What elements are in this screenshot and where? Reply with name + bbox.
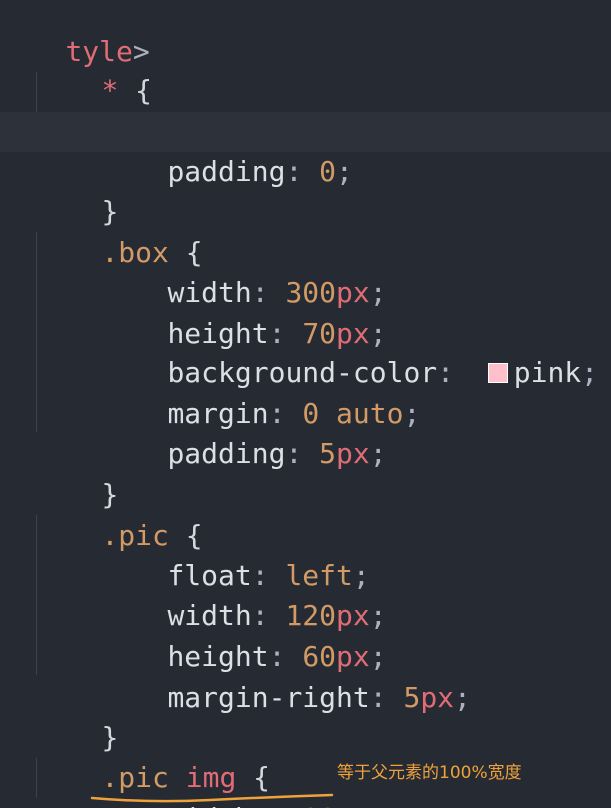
code-line[interactable]: .pic img { <box>34 718 270 794</box>
semicolon: ; <box>353 802 370 808</box>
color-swatch[interactable] <box>487 363 508 383</box>
code-line[interactable]: * { <box>34 31 152 107</box>
code-line[interactable]: background-color: pink; <box>100 313 598 389</box>
colon: : <box>437 356 455 389</box>
code-line[interactable]: } <box>34 435 118 511</box>
code-line[interactable]: margin: 0; <box>100 72 336 148</box>
css-unit: px <box>336 437 370 470</box>
code-line[interactable]: width: 300px; <box>100 233 386 309</box>
code-line[interactable]: float: left; <box>100 516 369 592</box>
code-line[interactable]: .box { <box>34 193 202 269</box>
code-line[interactable]: margin-right: 5px; <box>100 638 470 714</box>
semicolon: ; <box>369 437 387 470</box>
semicolon: ; <box>454 681 471 714</box>
css-property: padding <box>167 155 286 188</box>
code-line[interactable]: padding: 0; <box>100 112 352 188</box>
code-line[interactable]: } <box>34 152 118 228</box>
css-property: margin-right <box>167 681 370 714</box>
annotation-text: 等于父元素的100%宽度 <box>337 763 522 783</box>
colon: : <box>285 437 303 470</box>
code-line[interactable]: height: 70px; <box>100 274 386 350</box>
css-unit: % <box>336 802 353 808</box>
css-value: 0 <box>319 155 337 188</box>
css-number: 5 <box>319 437 337 470</box>
colon: : <box>369 681 387 714</box>
semicolon: ; <box>581 356 599 389</box>
annotation-underline <box>90 793 334 803</box>
code-line[interactable]: tyle> <box>0 0 149 68</box>
semicolon: ; <box>336 155 353 188</box>
code-editor[interactable]: tyle> * { margin: 0; padding: 0; } .box … <box>0 0 611 808</box>
code-line[interactable]: margin: 0 auto; <box>100 354 420 430</box>
code-line[interactable]: padding: 5px; <box>100 394 386 470</box>
code-line[interactable]: } <box>34 678 118 754</box>
code-line[interactable]: .pic { <box>34 476 202 552</box>
css-property: padding <box>167 437 286 470</box>
semicolon: ; <box>403 397 421 430</box>
css-value: pink <box>513 356 582 389</box>
colon: : <box>285 155 303 188</box>
css-unit: px <box>420 681 455 714</box>
css-number: 5 <box>403 681 421 714</box>
code-line[interactable]: height: 60px; <box>100 597 386 673</box>
code-line[interactable]: width: 120px; <box>100 556 386 632</box>
